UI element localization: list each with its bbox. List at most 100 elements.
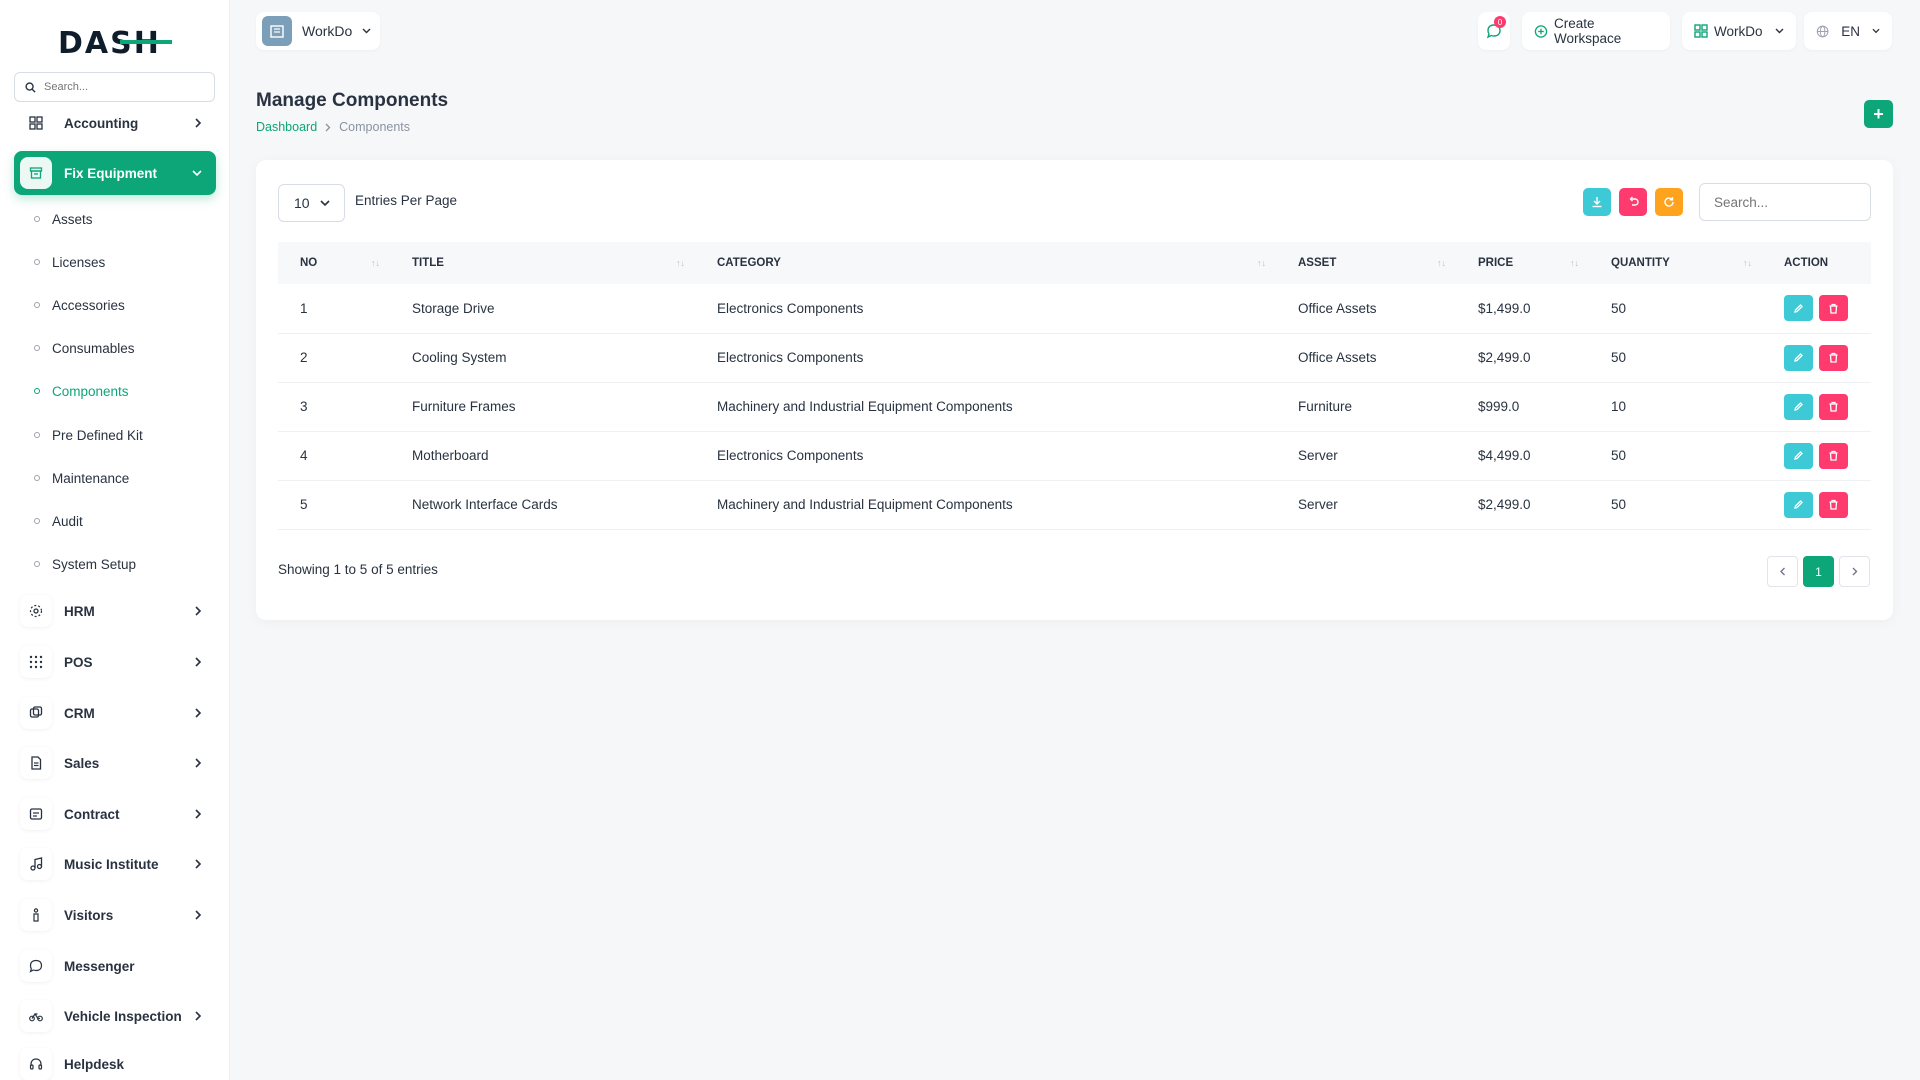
workspace-switcher[interactable]: WorkDo	[256, 12, 380, 50]
table-row: 2 Cooling System Electronics Components …	[278, 333, 1871, 383]
sidebar-sub-pre-defined-kit[interactable]: Pre Defined Kit	[34, 424, 143, 446]
refresh-icon	[1664, 197, 1674, 207]
cell-action	[1762, 431, 1871, 481]
cell-price: $1,499.0	[1456, 284, 1589, 334]
create-workspace-button[interactable]: Create Workspace	[1522, 12, 1670, 50]
edit-button[interactable]	[1784, 491, 1813, 518]
refresh-button[interactable]	[1655, 188, 1683, 216]
table-search-input[interactable]	[1700, 184, 1870, 220]
sidebar-sub-audit[interactable]: Audit	[34, 510, 83, 532]
pencil-icon	[1794, 353, 1803, 362]
language-selector[interactable]: EN	[1804, 12, 1892, 50]
sidebar-item-label: Music Institute	[64, 856, 159, 872]
edit-button[interactable]	[1784, 344, 1813, 371]
add-component-button[interactable]: +	[1864, 100, 1893, 128]
notification-button[interactable]: 0	[1478, 12, 1510, 50]
delete-button[interactable]	[1819, 442, 1848, 469]
sidebar-item-crm[interactable]: CRM	[14, 691, 216, 735]
column-label: TITLE	[412, 257, 444, 269]
breadcrumb-dashboard[interactable]: Dashboard	[256, 120, 317, 134]
contract-icon	[20, 798, 52, 830]
sub-item-label: Maintenance	[52, 470, 130, 486]
bicycle-icon	[20, 1000, 52, 1032]
edit-button[interactable]	[1784, 295, 1813, 322]
entries-per-page-select[interactable]: 10	[278, 184, 345, 222]
sub-item-label: Accessories	[52, 297, 125, 313]
sub-item-label: Components	[52, 383, 129, 399]
sidebar-item-label: Contract	[64, 806, 120, 822]
chevron-left-icon	[1779, 567, 1785, 576]
column-label: ASSET	[1298, 257, 1337, 269]
cell-price: $2,499.0	[1456, 333, 1589, 383]
sidebar-sub-consumables[interactable]: Consumables	[34, 337, 135, 359]
delete-button[interactable]	[1819, 295, 1848, 322]
workdo-menu[interactable]: WorkDo	[1682, 12, 1796, 50]
column-header-asset[interactable]: ASSET ↑↓	[1276, 242, 1456, 284]
sidebar-item-label: HRM	[64, 603, 95, 619]
column-header-no[interactable]: NO ↑↓	[278, 242, 390, 284]
sidebar-item-accounting[interactable]: Accounting	[14, 101, 216, 145]
sidebar-item-label: CRM	[64, 705, 95, 721]
edit-button[interactable]	[1784, 393, 1813, 420]
chevron-down-icon	[1775, 28, 1784, 34]
column-header-quantity[interactable]: QUANTITY ↑↓	[1589, 242, 1762, 284]
sidebar-item-hrm[interactable]: HRM	[14, 589, 216, 633]
sidebar-sub-system-setup[interactable]: System Setup	[34, 553, 136, 575]
page-title: Manage Components	[256, 90, 449, 111]
page-button[interactable]: 1	[1803, 556, 1834, 587]
chevron-right-icon	[195, 859, 202, 869]
cell-title: Motherboard	[390, 431, 695, 481]
column-label: NO	[300, 257, 318, 269]
next-page-button[interactable]	[1839, 556, 1870, 587]
sort-icon: ↑↓	[1437, 258, 1446, 268]
table-search[interactable]	[1699, 183, 1871, 221]
sort-icon: ↑↓	[1743, 258, 1752, 268]
sidebar-sub-components[interactable]: Components	[34, 380, 129, 402]
bullet-icon	[34, 345, 40, 351]
sidebar-item-messenger[interactable]: Messenger	[14, 944, 216, 988]
sidebar-item-vehicle-inspection[interactable]: Vehicle Inspection	[14, 994, 216, 1038]
sidebar-item-helpdesk[interactable]: Helpdesk	[14, 1042, 216, 1080]
sidebar-item-visitors[interactable]: Visitors	[14, 893, 216, 937]
column-header-category[interactable]: CATEGORY ↑↓	[695, 242, 1276, 284]
sidebar-item-contract[interactable]: Contract	[14, 792, 216, 836]
sidebar-search-input[interactable]	[44, 81, 194, 93]
cell-asset: Office Assets	[1276, 333, 1456, 383]
prev-page-button[interactable]	[1767, 556, 1798, 587]
dash-logo[interactable]: DASH	[58, 22, 172, 62]
sidebar-item-music-institute[interactable]: Music Institute	[14, 842, 216, 886]
cell-category: Machinery and Industrial Equipment Compo…	[695, 480, 1276, 530]
sidebar-item-pos[interactable]: POS	[14, 640, 216, 684]
table-row: 3 Furniture Frames Machinery and Industr…	[278, 382, 1871, 432]
sidebar-item-fix-equipment[interactable]: Fix Equipment	[14, 151, 216, 195]
column-header-price[interactable]: PRICE ↑↓	[1456, 242, 1589, 284]
language-label: EN	[1841, 23, 1861, 39]
per-page-value: 10	[294, 195, 310, 211]
export-button[interactable]	[1583, 188, 1611, 216]
pencil-icon	[1794, 402, 1803, 411]
column-label: ACTION	[1784, 257, 1829, 269]
bullet-icon	[34, 302, 40, 308]
sidebar-item-sales[interactable]: Sales	[14, 741, 216, 785]
undo-button[interactable]	[1619, 188, 1647, 216]
cell-title: Cooling System	[390, 333, 695, 383]
cell-category: Electronics Components	[695, 431, 1276, 481]
delete-button[interactable]	[1819, 491, 1848, 518]
sidebar-sub-accessories[interactable]: Accessories	[34, 294, 125, 316]
cell-asset: Furniture	[1276, 382, 1456, 432]
cell-action	[1762, 480, 1871, 530]
table-info: Showing 1 to 5 of 5 entries	[278, 562, 438, 577]
chevron-right-icon	[195, 910, 202, 920]
sidebar-search[interactable]	[14, 72, 215, 102]
sidebar-sub-assets[interactable]: Assets	[34, 208, 93, 230]
column-header-title[interactable]: TITLE ↑↓	[390, 242, 695, 284]
sub-item-label: Consumables	[52, 340, 135, 356]
notification-badge: 0	[1494, 16, 1506, 28]
sidebar-sub-maintenance[interactable]: Maintenance	[34, 467, 129, 489]
edit-button[interactable]	[1784, 442, 1813, 469]
sidebar-sub-licenses[interactable]: Licenses	[34, 251, 105, 273]
delete-button[interactable]	[1819, 344, 1848, 371]
sidebar-item-label: POS	[64, 654, 93, 670]
delete-button[interactable]	[1819, 393, 1848, 420]
chevron-right-icon	[195, 758, 202, 768]
